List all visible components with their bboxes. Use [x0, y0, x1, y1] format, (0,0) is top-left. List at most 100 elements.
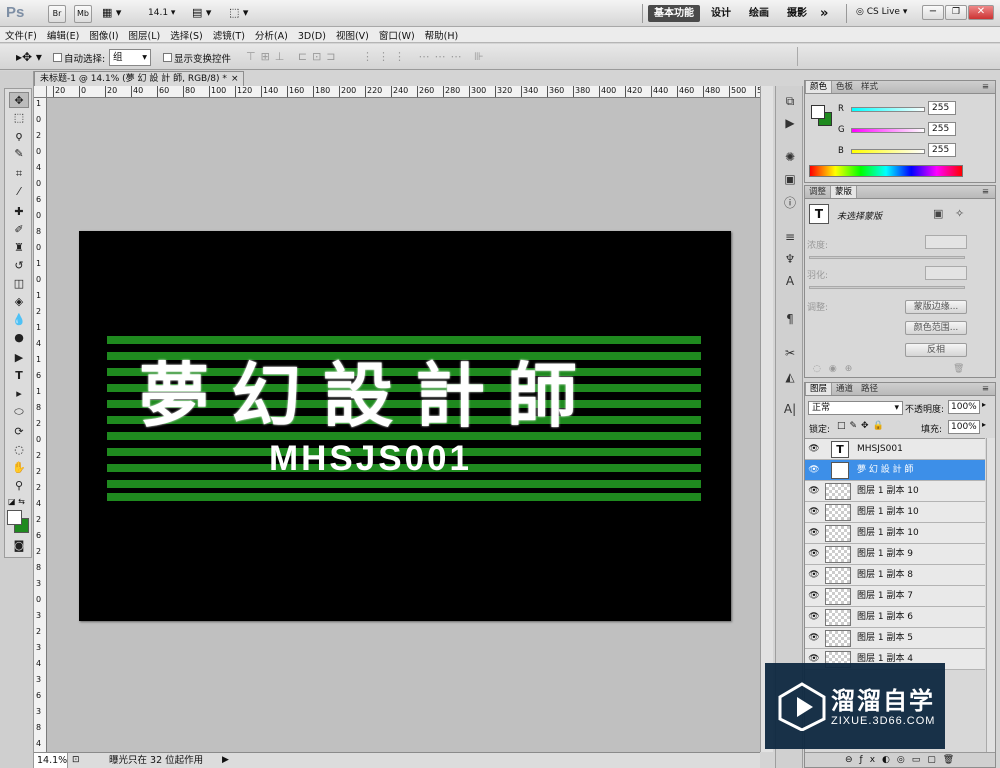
zoom-field[interactable]: 14.1%	[34, 753, 68, 768]
menu-layer[interactable]: 图层(L)	[124, 27, 166, 43]
dodge-tool-icon[interactable]: ●	[9, 330, 29, 346]
layer-row[interactable]: 👁 图层 1 副本 10	[805, 481, 985, 502]
layer-row[interactable]: 👁 图层 1 副本 8	[805, 565, 985, 586]
tab-layers[interactable]: 图层	[805, 383, 833, 395]
channel-g-value[interactable]: 255	[928, 122, 956, 136]
mini-bridge-button[interactable]: Mb	[74, 5, 92, 23]
clone-stamp-tool-icon[interactable]: ♜	[9, 240, 29, 256]
layer-row[interactable]: 👁 图层 1 副本 5	[805, 628, 985, 649]
layer-row[interactable]: 👁 图层 1 副本 7	[805, 586, 985, 607]
clone-source-panel-icon[interactable]: ♆	[780, 250, 800, 268]
mask-footer-icons[interactable]: ◌◉⊕	[813, 364, 860, 374]
character-panel-icon[interactable]: A	[780, 272, 800, 290]
foreground-color-swatch[interactable]	[7, 510, 22, 525]
menu-3d[interactable]: 3D(D)	[293, 30, 331, 43]
layers-scrollbar[interactable]	[986, 438, 995, 752]
layer-visibility-eye-icon[interactable]: 👁	[808, 549, 820, 559]
show-transform-checkbox[interactable]	[163, 53, 172, 62]
auto-select-dropdown[interactable]: 组 ▾	[109, 49, 151, 66]
fill-arrow-icon[interactable]: ▸	[982, 420, 986, 429]
channel-r-slider[interactable]	[851, 107, 925, 112]
eraser-tool-icon[interactable]: ◫	[9, 276, 29, 292]
tab-channels[interactable]: 通道	[832, 383, 857, 395]
feather-slider[interactable]	[809, 286, 965, 289]
layer-visibility-eye-icon[interactable]: 👁	[808, 591, 820, 601]
menu-filter[interactable]: 滤镜(T)	[208, 27, 250, 43]
color-range-button[interactable]: 颜色范围...	[905, 321, 967, 335]
layer-visibility-eye-icon[interactable]: 👁	[808, 528, 820, 538]
blend-mode-select[interactable]: 正常 ▾	[808, 401, 903, 415]
color-spectrum-ramp[interactable]	[809, 165, 963, 177]
quick-mask-icon[interactable]: ◙	[9, 538, 29, 554]
document-canvas[interactable]: 夢幻設計師 MHSJS001	[79, 231, 731, 621]
3d-orbit-tool-icon[interactable]: ◌	[9, 442, 29, 458]
restore-button[interactable]: ❐	[945, 5, 967, 20]
path-select-tool-icon[interactable]: ▶	[9, 350, 29, 366]
status-menu-icon[interactable]: ⊡	[72, 753, 80, 768]
opacity-arrow-icon[interactable]: ▸	[982, 400, 986, 409]
layer-visibility-eye-icon[interactable]: 👁	[808, 570, 820, 580]
3d-panel-icon[interactable]: ✺	[780, 148, 800, 166]
close-window-button[interactable]: ✕	[968, 5, 994, 20]
layer-row[interactable]: 👁 T MHSJS001	[805, 439, 985, 460]
color-fg-swatch[interactable]	[811, 105, 825, 119]
layer-visibility-eye-icon[interactable]: 👁	[808, 507, 820, 517]
layer-row[interactable]: 👁 图层 1 副本 10	[805, 502, 985, 523]
eyedropper-tool-icon[interactable]: ⁄	[9, 184, 29, 200]
auto-align-icon[interactable]: ⊪	[474, 50, 484, 63]
density-slider[interactable]	[809, 256, 965, 259]
paint-bucket-tool-icon[interactable]: ◈	[9, 294, 29, 310]
tab-adjustments[interactable]: 调整	[805, 186, 830, 198]
3d-rotate-tool-icon[interactable]: ⟳	[9, 424, 29, 440]
tab-masks[interactable]: 蒙版	[830, 186, 858, 198]
layers-footer-icons[interactable]: ⊖ƒx◐◎▭▢🗑	[805, 752, 995, 767]
channel-g-slider[interactable]	[851, 128, 925, 133]
status-arrow-icon[interactable]: ▶	[222, 753, 229, 768]
align-icons[interactable]: ⊤⊞⊥ ⊏⊡⊐	[246, 50, 341, 63]
default-colors-icon[interactable]: ◪ ⇆	[8, 497, 25, 506]
move-tool-preset-icon[interactable]: ▸✥ ▾	[16, 50, 42, 64]
panel-menu-icon[interactable]: ≡	[978, 186, 993, 198]
fill-field[interactable]: 100%	[948, 420, 980, 434]
document-tab[interactable]: 未标题-1 @ 14.1% (夢 幻 設 計 師, RGB/8) * ×	[34, 71, 244, 86]
panel-menu-icon[interactable]: ≡	[978, 383, 993, 395]
auto-select-checkbox[interactable]	[53, 53, 62, 62]
layer-visibility-eye-icon[interactable]: 👁	[808, 633, 820, 643]
menu-analysis[interactable]: 分析(A)	[250, 27, 293, 43]
tab-paths[interactable]: 路径	[857, 383, 882, 395]
screen-mode-icon[interactable]: ⬚ ▾	[229, 6, 248, 19]
hand-tool-icon[interactable]: ✋	[9, 460, 29, 476]
more-workspaces-button[interactable]: »	[814, 5, 834, 22]
mask-edge-button[interactable]: 蒙版边缘...	[905, 300, 967, 314]
workspace-design-button[interactable]: 设计	[705, 5, 737, 22]
layer-row[interactable]: 👁 图层 1 副本 10	[805, 523, 985, 544]
zoom-level-select[interactable]: 14.1 ▾	[148, 8, 175, 18]
vector-mask-icon[interactable]: ✧	[955, 207, 964, 220]
info-panel-icon[interactable]: ⓘ	[780, 194, 800, 212]
workspace-photography-button[interactable]: 摄影	[781, 5, 813, 22]
layer-row[interactable]: 👁 图层 1 副本 9	[805, 544, 985, 565]
layer-visibility-eye-icon[interactable]: 👁	[808, 612, 820, 622]
workspace-painting-button[interactable]: 绘画	[743, 5, 775, 22]
actions-panel-icon[interactable]: ▶	[780, 114, 800, 132]
vertical-scrollbar[interactable]	[760, 86, 773, 752]
healing-brush-tool-icon[interactable]: ✚	[9, 204, 29, 220]
paragraph-panel-icon[interactable]: ¶	[780, 310, 800, 328]
blur-tool-icon[interactable]: 💧	[9, 312, 29, 328]
layer-visibility-eye-icon[interactable]: 👁	[808, 444, 820, 454]
zoom-tool-icon[interactable]: ⚲	[9, 478, 29, 494]
minimize-button[interactable]: −	[922, 5, 944, 20]
history-panel-icon[interactable]: ⧉	[780, 92, 800, 110]
layer-visibility-eye-icon[interactable]: 👁	[808, 486, 820, 496]
delete-mask-icon[interactable]: 🗑	[953, 364, 964, 374]
arrange-documents-icon[interactable]: ▤ ▾	[192, 6, 211, 19]
menu-image[interactable]: 图像(I)	[84, 27, 123, 43]
lock-icons[interactable]: □✎✥🔒	[837, 421, 888, 431]
tab-styles[interactable]: 样式	[857, 81, 882, 93]
brushes-panel-icon[interactable]: ≡	[780, 228, 800, 246]
direct-select-tool-icon[interactable]: ▸	[9, 386, 29, 402]
shape-tool-icon[interactable]: ⬭	[9, 404, 29, 420]
layer-row[interactable]: 👁 T 夢 幻 設 計 師	[805, 460, 985, 481]
tab-color[interactable]: 颜色	[805, 81, 833, 93]
history-brush-tool-icon[interactable]: ↺	[9, 258, 29, 274]
